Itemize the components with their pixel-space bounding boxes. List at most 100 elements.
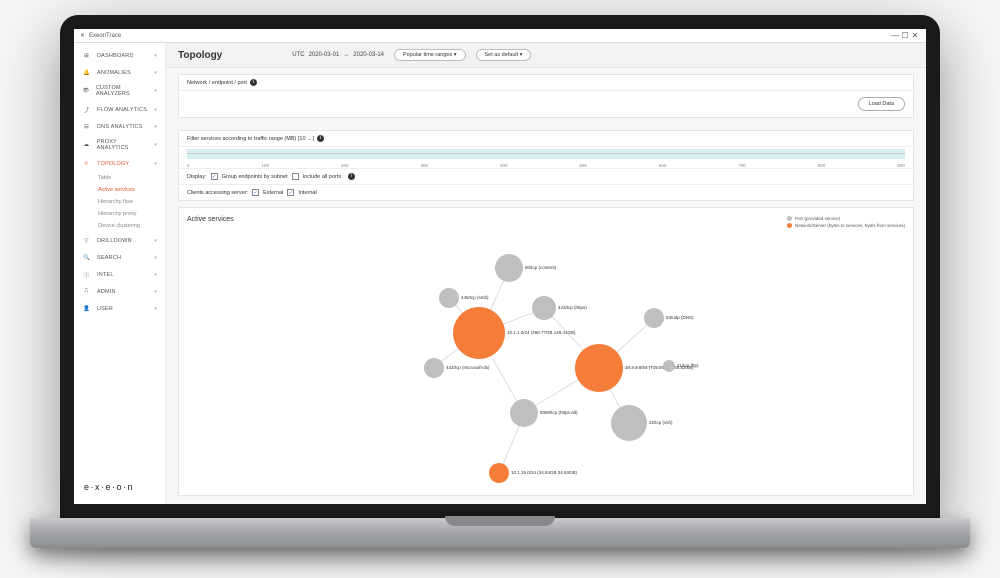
close-button[interactable]: ✕ xyxy=(910,31,920,40)
cloud-icon: ☁ xyxy=(82,141,91,150)
node-label: 10.1.15.0/24 (34.84GB 34.84GB) xyxy=(511,470,577,475)
sidebar-item-label: PROXY ANALYTICS xyxy=(97,139,149,151)
info-icon[interactable]: i xyxy=(348,173,355,180)
slider-tick: 800 xyxy=(818,163,826,168)
sidebar-item-label: ADMIN xyxy=(97,289,116,295)
slider-tick: 400 xyxy=(500,163,508,168)
legend-dot-icon xyxy=(787,216,792,221)
group-endpoints-label: Group endpoints by subnet xyxy=(222,174,288,180)
sidebar-sub-hierarchy-proxy[interactable]: Hierarchy proxy xyxy=(74,208,165,220)
sidebar-sub-device-clustering[interactable]: Device clustering xyxy=(74,220,165,232)
network-panel-label: Network / endpoint / port xyxy=(187,80,247,86)
node-label: 10.1.1.0/24 (460.77GB 149.41GB) xyxy=(507,330,576,335)
include-ports-checkbox[interactable] xyxy=(292,173,299,180)
sidebar-item-proxy-analytics[interactable]: ☁ PROXY ANALYTICS ▾ xyxy=(74,135,165,155)
node-label: 445/tcp (smb) xyxy=(461,295,489,300)
sidebar-item-drilldown[interactable]: ▽DRILLDOWN▾ xyxy=(74,232,165,249)
chart-panel: Active services Port (provided service)N… xyxy=(178,207,914,496)
dashboard-icon: ⊞ xyxy=(82,51,91,60)
sidebar-item-anomalies[interactable]: 🔔 ANOMALIES ▾ xyxy=(74,64,165,81)
port-node[interactable] xyxy=(510,399,538,427)
intel-icon: ⓘ xyxy=(82,270,91,279)
app-name: ExeonTrace xyxy=(89,33,121,39)
info-icon[interactable]: i xyxy=(317,135,324,142)
sidebar-item-label: FLOW ANALYTICS xyxy=(97,107,147,113)
sidebar-item-label: TOPOLOGY xyxy=(97,161,129,167)
sidebar-sub-hierarchy-flow[interactable]: Hierarchy flow xyxy=(74,196,165,208)
node-label: 53/udp (DNS) xyxy=(666,315,694,320)
network-graph[interactable]: 10.1.1.0/24 (460.77GB 149.41GB)10.3.3.0/… xyxy=(179,238,913,495)
internal-label: Internal xyxy=(298,190,316,196)
minimize-button[interactable]: — xyxy=(890,31,900,40)
port-node[interactable] xyxy=(532,296,556,320)
chevron-down-icon: ▾ xyxy=(154,88,157,94)
load-data-button[interactable]: Load Data xyxy=(858,97,905,111)
server-node[interactable] xyxy=(489,463,509,483)
internal-checkbox[interactable]: ✓ xyxy=(287,189,294,196)
maximize-button[interactable]: ☐ xyxy=(900,31,910,40)
chevron-down-icon: ▾ xyxy=(154,142,157,148)
node-label: 21/tcp (ftp) xyxy=(677,363,699,368)
slider-tick: 100 xyxy=(261,163,269,168)
server-node[interactable] xyxy=(575,344,623,392)
chevron-down-icon: ▾ xyxy=(154,70,157,76)
sidebar-item-label: ANOMALIES xyxy=(97,70,131,76)
sidebar: ⊞DASHBOARD▾🔔ANOMALIES▾👁CUSTOM ANALYZERS▾… xyxy=(74,43,166,504)
share-icon: ⤴ xyxy=(82,105,91,114)
filter-icon: ▽ xyxy=(82,236,91,245)
sidebar-item-user[interactable]: 👤USER▾ xyxy=(74,300,165,317)
port-node[interactable] xyxy=(424,358,444,378)
sidebar-item-admin[interactable]: ⎍ADMIN▾ xyxy=(74,283,165,300)
date-from[interactable]: 2020-03-01 xyxy=(309,52,340,58)
sidebar-item-dns-analytics[interactable]: ⊟DNS ANALYTICS▾ xyxy=(74,118,165,135)
chevron-down-icon: ▾ xyxy=(154,272,157,278)
sidebar-item-dashboard[interactable]: ⊞ DASHBOARD ▾ xyxy=(74,47,165,64)
sidebar-item-intel[interactable]: ⓘ INTEL ▾ xyxy=(74,266,165,283)
brand-logo: e·x·e·o·n xyxy=(74,474,165,500)
sidebar-sub-table[interactable]: Table xyxy=(74,172,165,184)
node-label: 443/tcp (https) xyxy=(558,305,587,310)
include-ports-label: Include all ports xyxy=(303,174,342,180)
sidebar-sub-active-services[interactable]: Active services xyxy=(74,184,165,196)
port-node[interactable] xyxy=(439,288,459,308)
node-label: 443/tcp (microsoft-ds) xyxy=(446,365,490,370)
sidebar-item-topology[interactable]: ⚛TOPOLOGY▾ xyxy=(74,155,165,172)
legend-label: Port (provided service) xyxy=(795,216,840,221)
sidebar-item-label: DNS ANALYTICS xyxy=(97,124,143,130)
chevron-down-icon: ▾ xyxy=(154,255,157,261)
chevron-down-icon: ▾ xyxy=(154,53,157,59)
filter-panel-label: Filter services according to traffic ran… xyxy=(187,136,314,142)
group-endpoints-checkbox[interactable]: ✓ xyxy=(211,173,218,180)
slider-tick: 0 xyxy=(187,163,190,168)
sidebar-item-custom-analyzers[interactable]: 👁CUSTOM ANALYZERS▾ xyxy=(74,81,165,101)
port-node[interactable] xyxy=(663,360,675,372)
server-node[interactable] xyxy=(453,307,505,359)
sidebar-item-label: DASHBOARD xyxy=(97,53,134,59)
chevron-down-icon: ▾ xyxy=(154,107,157,113)
popular-ranges-dropdown[interactable]: Popular time ranges ▾ xyxy=(394,49,466,61)
page-title: Topology xyxy=(178,50,222,61)
admin-icon: ⎍ xyxy=(82,287,91,296)
set-default-dropdown[interactable]: Set as default ▾ xyxy=(476,49,532,61)
date-to[interactable]: 2020-03-14 xyxy=(353,52,384,58)
external-checkbox[interactable]: ✓ xyxy=(252,189,259,196)
chevron-down-icon: ▾ xyxy=(154,124,157,130)
node-label: 8080/tcp (https-alt) xyxy=(540,410,578,415)
port-node[interactable] xyxy=(495,254,523,282)
network-panel: Network / endpoint / port i Load Data xyxy=(178,74,914,118)
bell-icon: 🔔 xyxy=(82,68,91,77)
legend-item: Port (provided service) xyxy=(787,216,905,221)
info-icon[interactable]: i xyxy=(250,79,257,86)
sidebar-item-flow-analytics[interactable]: ⤴ FLOW ANALYTICS ▾ xyxy=(74,101,165,118)
display-label: Display: xyxy=(187,174,207,180)
legend-item: Network/Server (bytes to services, bytes… xyxy=(787,223,905,228)
sidebar-item-label: INTEL xyxy=(97,272,114,278)
sidebar-item-label: USER xyxy=(97,306,113,312)
port-node[interactable] xyxy=(644,308,664,328)
sidebar-item-label: CUSTOM ANALYZERS xyxy=(96,85,148,97)
port-node[interactable] xyxy=(611,405,647,441)
chevron-down-icon: ▾ xyxy=(154,238,157,244)
traffic-range-slider[interactable] xyxy=(187,149,905,159)
sidebar-item-search[interactable]: 🔍SEARCH▾ xyxy=(74,249,165,266)
chart-legend: Port (provided service) Network/Server (b… xyxy=(787,216,905,230)
